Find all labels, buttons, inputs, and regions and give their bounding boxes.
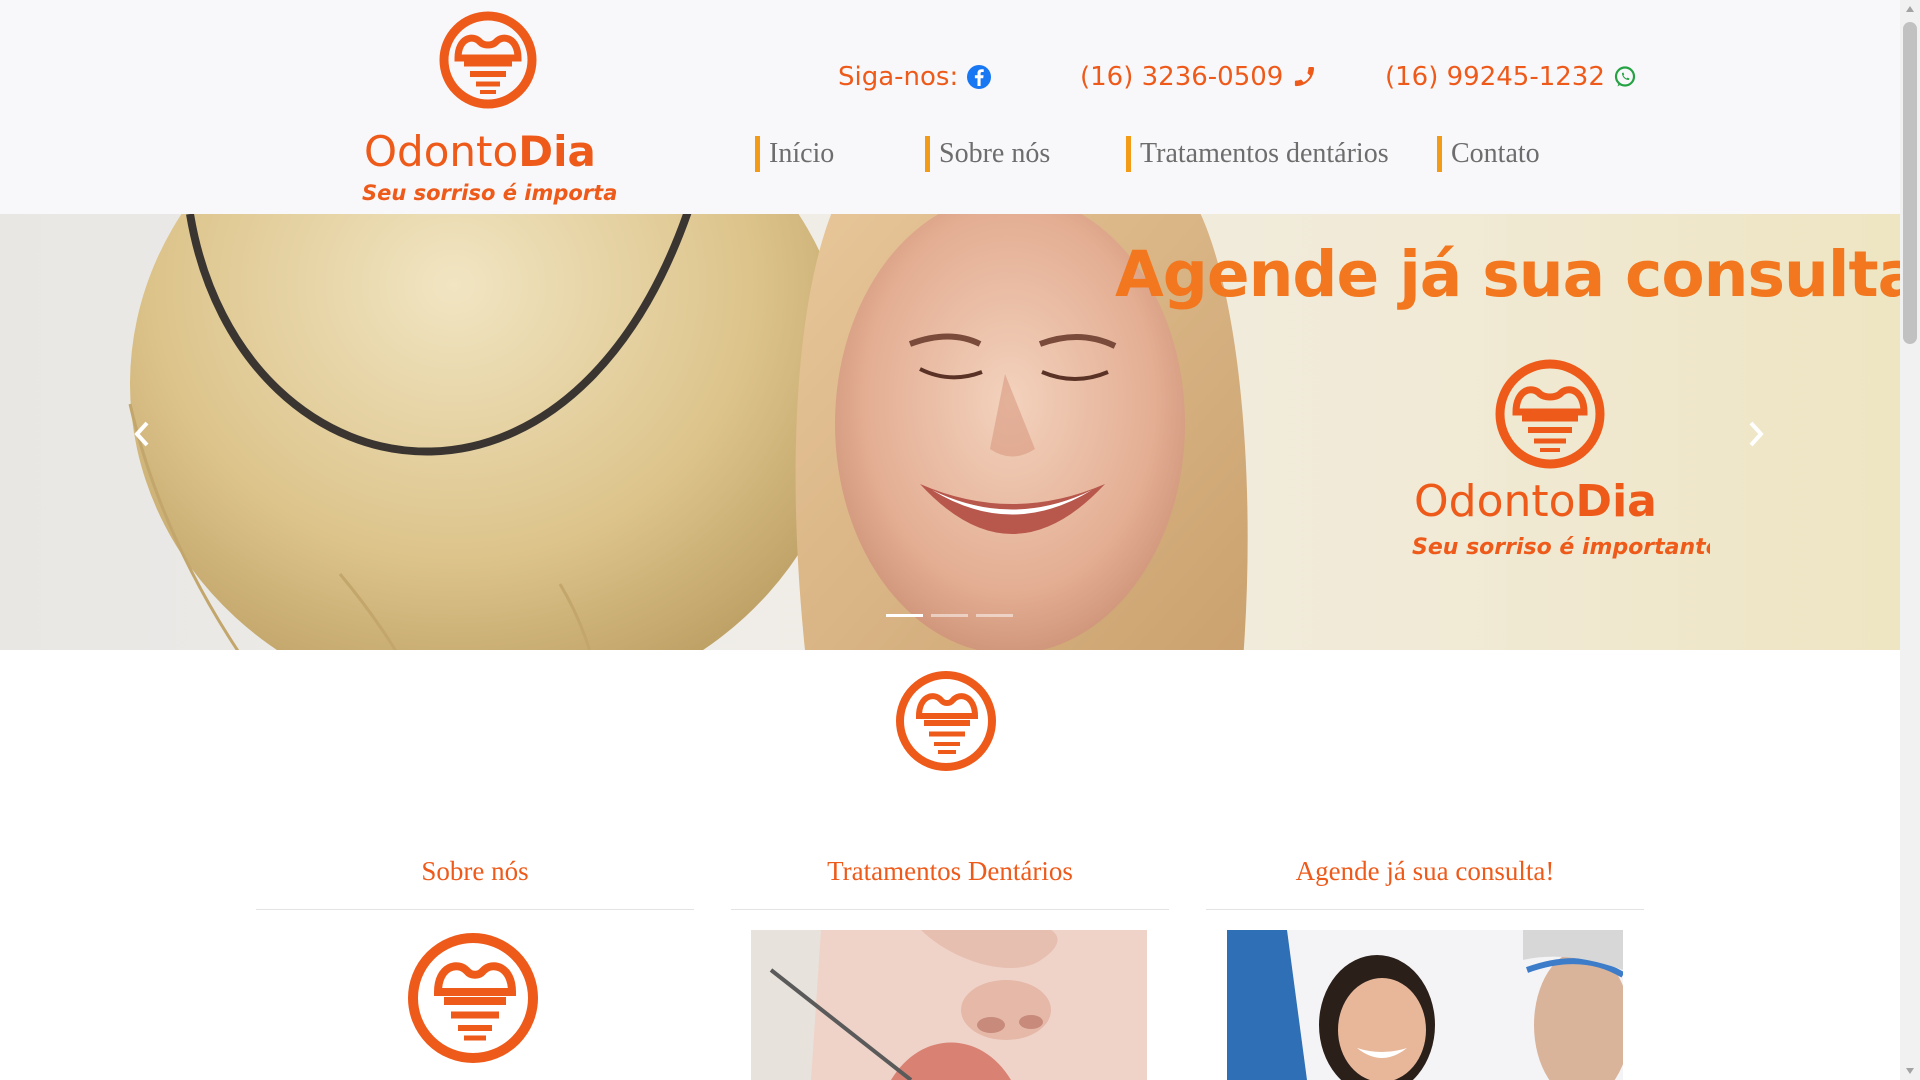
dental-treatment-image[interactable] <box>751 930 1147 1080</box>
svg-text:OdontoDia: OdontoDia <box>364 127 596 176</box>
brand-logo[interactable]: OdontoDia Seu sorriso é importante <box>358 8 657 208</box>
social-link[interactable]: Siga-nos: <box>838 62 992 92</box>
scroll-up-arrow[interactable] <box>1900 0 1920 18</box>
hero-brand-tagline: Seu sorriso é importante <box>1412 535 1710 560</box>
social-label: Siga-nos: <box>838 62 959 92</box>
chevron-left-icon <box>134 421 149 447</box>
consultation-photo <box>1227 930 1623 1080</box>
hero-brand-name-light: Odonto <box>1414 476 1576 527</box>
scroll-down-arrow[interactable] <box>1900 1062 1920 1080</box>
brand-name-light: Odonto <box>364 127 518 176</box>
section-title-agende[interactable]: Agende já sua consulta! <box>1206 856 1644 887</box>
hero-brand-logo: OdontoDia Seu sorriso é importante <box>1412 359 1710 560</box>
site-header: OdontoDia Seu sorriso é importante Siga-… <box>0 0 1900 214</box>
brand-name-bold: Dia <box>518 127 596 176</box>
carousel-indicator-3[interactable] <box>976 614 1013 617</box>
svg-text:OdontoDia: OdontoDia <box>1414 476 1657 527</box>
chevron-right-icon <box>1749 421 1764 447</box>
carousel-indicator-1[interactable] <box>886 614 923 617</box>
phone-link[interactable]: (16) 3236-0509 <box>1080 62 1317 92</box>
page-scrollbar[interactable] <box>1900 0 1920 1080</box>
hero-title: Agende já sua consulta! <box>1115 238 1900 311</box>
facebook-icon[interactable] <box>966 64 992 90</box>
phone-label: (16) 3236-0509 <box>1080 62 1284 92</box>
tooth-logo-icon: OdontoDia Seu sorriso é importante <box>362 11 657 205</box>
whatsapp-icon <box>1614 66 1636 87</box>
hero-brand-name-bold: Dia <box>1576 476 1657 527</box>
about-tooth-logo-icon[interactable] <box>404 928 542 1068</box>
hero-carousel: Agende já sua consulta! OdontoDia Seu so… <box>0 214 1900 650</box>
carousel-prev-button[interactable] <box>122 414 162 454</box>
section-tooth-logo-icon <box>896 671 996 771</box>
section-title-sobre-nos[interactable]: Sobre nós <box>256 856 694 887</box>
dental-treatment-photo <box>751 930 1147 1080</box>
divider <box>256 909 694 910</box>
consultation-image[interactable] <box>1227 930 1623 1080</box>
nav-item-contato[interactable]: Contato <box>1437 136 1540 172</box>
divider <box>1206 909 1644 910</box>
brand-tagline: Seu sorriso é importante <box>362 181 618 205</box>
carousel-indicator-2[interactable] <box>931 614 968 617</box>
nav-item-sobre-nos[interactable]: Sobre nós <box>925 136 1050 172</box>
triangle-up-icon <box>1906 6 1914 12</box>
triangle-down-icon <box>1906 1068 1914 1074</box>
scroll-thumb[interactable] <box>1903 22 1917 344</box>
section-title-tratamentos[interactable]: Tratamentos Dentários <box>731 856 1169 887</box>
carousel-indicators <box>886 614 1013 617</box>
nav-item-tratamentos[interactable]: Tratamentos dentários <box>1126 136 1389 172</box>
carousel-next-button[interactable] <box>1736 414 1776 454</box>
phone-icon <box>1295 67 1315 87</box>
whatsapp-link[interactable]: (16) 99245-1232 <box>1385 62 1637 92</box>
whatsapp-label: (16) 99245-1232 <box>1385 62 1605 92</box>
nav-item-inicio[interactable]: Início <box>755 136 834 172</box>
divider <box>731 909 1169 910</box>
